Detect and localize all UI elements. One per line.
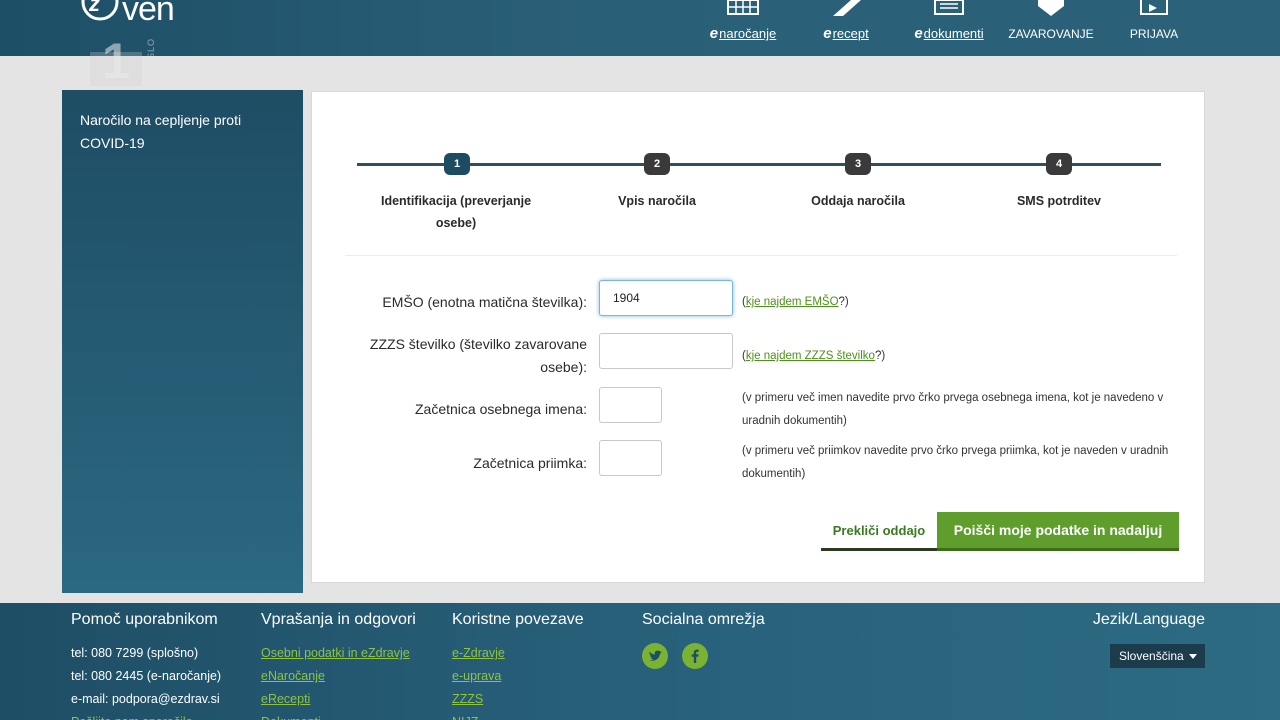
step-2-label: Vpis naročila (618, 194, 696, 208)
logo-text: ven (122, 0, 175, 28)
language-selected: Slovenščina (1119, 649, 1184, 663)
useful-link[interactable]: ZZZS (452, 688, 584, 711)
calendar-icon (727, 0, 759, 15)
useful-link[interactable]: e-Zdravje (452, 642, 584, 665)
svg-text:z: z (88, 0, 100, 16)
language-title: Jezik/Language (1092, 611, 1205, 628)
nav-label: naročanje (719, 26, 777, 41)
emso-hint: (kje najdem EMŠO?) (742, 291, 849, 314)
help-email[interactable]: e-mail: podpora@ezdrav.si (71, 688, 221, 711)
pill-icon (833, 0, 861, 16)
zzzs-hint: (kje najdem ZZZS številko?) (742, 345, 885, 368)
zzzs-label: ZZZS številko (številko zavarovane osebe… (369, 336, 587, 375)
divider (345, 255, 1177, 256)
zzzs-input[interactable] (599, 333, 733, 369)
nav-label: PRIJAVA (1129, 27, 1179, 41)
step-2-badge: 2 (644, 153, 670, 175)
stepper-line (357, 163, 1161, 166)
shield-icon (1038, 0, 1064, 16)
zzzs-help-link[interactable]: kje najdem ZZZS številko (746, 350, 875, 362)
sidebar: Naročilo na cepljenje proti COVID-19 (62, 90, 303, 593)
document-icon (934, 0, 964, 15)
faq-link[interactable]: Dokumenti (261, 711, 416, 720)
emso-input[interactable] (599, 280, 733, 316)
footer-useful-links: Koristne povezave e-Zdravje e-uprava ZZZ… (452, 611, 584, 720)
step-4-badge: 4 (1046, 153, 1072, 175)
logo-mark-icon: z (81, 0, 119, 21)
tv-channel-logo: 1 TV SLO (90, 34, 160, 90)
step-1-label: Identifikacija (preverjanje osebe) (380, 194, 532, 230)
footer-help-title: Pomoč uporabnikom (71, 611, 218, 628)
nav-label: dokumenti (923, 26, 984, 41)
channel-number: 1 (102, 33, 130, 89)
first-initial-hint: (v primeru več imen navedite prvo črko p… (742, 392, 1164, 427)
footer-links-title: Koristne povezave (452, 611, 584, 628)
channel-text: TV SLO (146, 38, 156, 77)
footer-faq: Vprašanja in odgovori Osebni podatki in … (261, 611, 416, 720)
help-message-link[interactable]: Pošljite nam sporočilo (71, 711, 221, 720)
last-initial-label: Začetnica priimka: (473, 455, 587, 471)
search-continue-button[interactable]: Poišči moje podatke in nadaljuj (937, 512, 1179, 551)
help-phone-general: tel: 080 7299 (splošno) (71, 646, 199, 660)
sidebar-title: Naročilo na cepljenje proti COVID-19 (80, 112, 242, 151)
step-3-badge: 3 (845, 153, 871, 175)
nav-erecept[interactable]: erecept (812, 0, 880, 56)
footer-faq-title: Vprašanja in odgovori (261, 611, 416, 628)
last-initial-hint: (v primeru več priimkov navedite prvo čr… (742, 445, 1169, 480)
emso-help-link[interactable]: kje najdem EMŠO (746, 296, 839, 308)
step-3-label: Oddaja naročila (811, 194, 905, 208)
faq-link[interactable]: Osebni podatki in eZdravje (261, 642, 416, 665)
twitter-icon[interactable] (642, 643, 668, 669)
cancel-button[interactable]: Prekliči oddajo (821, 513, 937, 551)
footer-help: Pomoč uporabnikom tel: 080 7299 (splošno… (71, 611, 221, 720)
faq-link[interactable]: eNaročanje (261, 665, 416, 688)
login-icon (1140, 0, 1168, 15)
emso-label: EMŠO (enotna matična številka): (382, 294, 587, 310)
top-header: z ven enaročanje erecept edokumenti ZAVA… (0, 0, 1280, 56)
nav-label: recept (832, 26, 869, 41)
help-phone-ordering: tel: 080 2445 (e-naročanje) (71, 669, 222, 683)
nav-zavarovanje[interactable]: ZAVAROVANJE (1008, 0, 1094, 56)
e-prefix: e (709, 25, 719, 42)
useful-link[interactable]: e-uprava (452, 665, 584, 688)
first-initial-input[interactable] (599, 387, 662, 423)
useful-link[interactable]: NIJZ (452, 711, 584, 720)
nav-prijava[interactable]: PRIJAVA (1128, 0, 1180, 56)
chevron-down-icon (1189, 654, 1197, 659)
hint-paren: ?) (874, 350, 886, 362)
footer-social: Socialna omrežja (642, 611, 765, 642)
zven-logo[interactable]: z ven (80, 0, 192, 28)
facebook-icon[interactable] (682, 643, 709, 669)
social-icons (642, 643, 718, 674)
e-prefix: e (914, 25, 923, 42)
nav-label: ZAVAROVANJE (1008, 27, 1094, 41)
language-select[interactable]: Slovenščina (1110, 644, 1205, 668)
footer: Pomoč uporabnikom tel: 080 7299 (splošno… (0, 603, 1280, 720)
faq-link[interactable]: eRecepti (261, 688, 416, 711)
e-prefix: e (823, 25, 832, 42)
order-form-card: 1 2 3 4 Identifikacija (preverjanje oseb… (311, 91, 1205, 583)
footer-social-title: Socialna omrežja (642, 611, 765, 628)
first-initial-label: Začetnica osebnega imena: (415, 401, 587, 417)
last-initial-input[interactable] (599, 440, 662, 476)
hint-paren: ?) (838, 296, 849, 308)
step-4-label: SMS potrditev (1016, 194, 1102, 208)
step-1-badge: 1 (444, 153, 470, 175)
nav-enarocanje[interactable]: enaročanje (700, 0, 786, 56)
nav-edokumenti[interactable]: edokumenti (902, 0, 996, 56)
